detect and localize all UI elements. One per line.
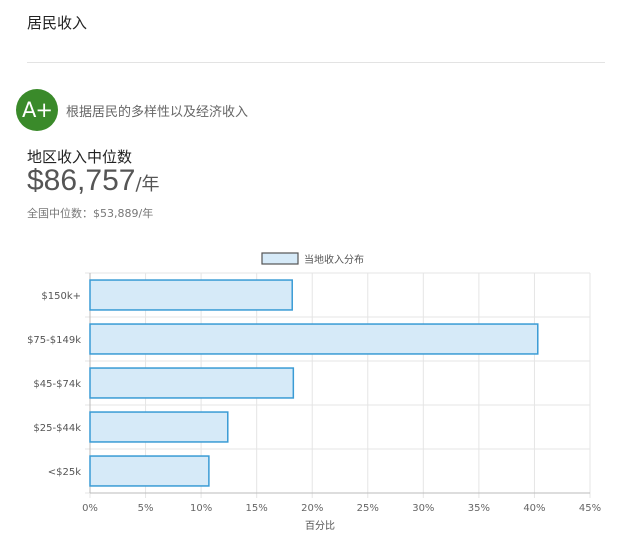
section-title: 居民收入: [27, 14, 88, 32]
x-tick-label: 35%: [468, 503, 490, 514]
x-tick-label: 40%: [523, 503, 545, 514]
legend-swatch: [261, 252, 299, 265]
income-distribution-chart: 当地收入分布 0% 5% 10% 15% 20% 25% 30% 35% 40% 45% $150k+…: [27, 252, 601, 532]
category-label: $150k+: [41, 291, 81, 302]
x-tick-label: 25%: [357, 503, 379, 514]
median-income-value: $86,757/年: [27, 164, 160, 198]
x-tick-label: 10%: [190, 503, 212, 514]
x-tick-label: 15%: [246, 503, 268, 514]
category-label: $75-$149k: [27, 335, 81, 346]
category-label: $45-$74k: [33, 379, 81, 390]
bar: [89, 411, 229, 443]
bar: [89, 455, 210, 487]
grade-badge: A+: [16, 89, 58, 131]
category-label: $25-$44k: [33, 423, 81, 434]
page: 居民收入 A+ 根据居民的多样性以及经济收入 地区收入中位数 $86,757/年…: [0, 0, 640, 558]
divider: [27, 62, 605, 63]
category-label: <$25k: [48, 467, 81, 478]
median-income-amount: $86,757: [27, 164, 136, 197]
national-median-text: 全国中位数：$53,889/年: [27, 207, 154, 220]
bar: [89, 323, 539, 355]
legend-label: 当地收入分布: [304, 253, 364, 266]
x-tick-label: 5%: [138, 503, 154, 514]
x-tick-label: 0%: [82, 503, 98, 514]
bar: [89, 279, 293, 311]
x-tick-label: 30%: [412, 503, 434, 514]
x-axis-title: 百分比: [305, 520, 335, 532]
grade-description: 根据居民的多样性以及经济收入: [66, 105, 249, 120]
x-tick-label: 45%: [579, 503, 601, 514]
x-tick-label: 20%: [301, 503, 323, 514]
median-income-unit: /年: [135, 174, 160, 195]
bar: [89, 367, 295, 399]
